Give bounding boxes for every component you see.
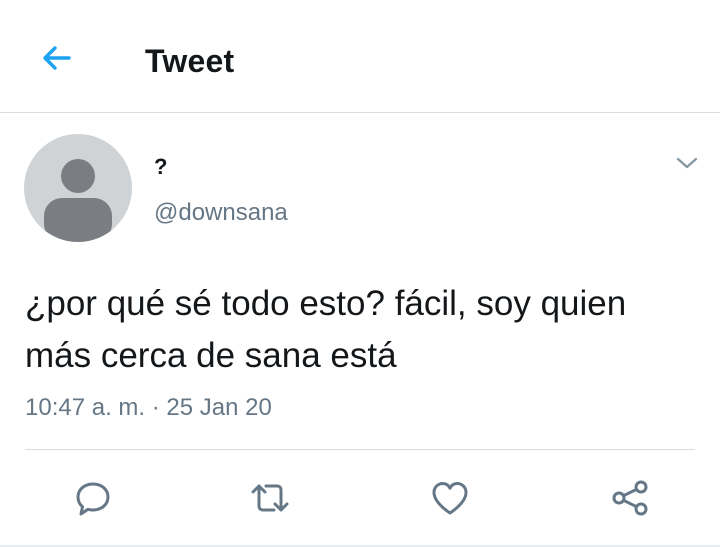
retweet-button[interactable] (246, 474, 294, 522)
user-handle[interactable]: @downsana (154, 198, 288, 228)
share-icon (612, 480, 648, 516)
like-button[interactable] (426, 474, 474, 522)
display-name[interactable]: ? (154, 154, 167, 180)
reply-button[interactable] (69, 474, 117, 522)
retweet-icon (251, 484, 289, 512)
avatar[interactable] (24, 134, 132, 242)
top-bar: Tweet (0, 0, 720, 113)
heart-icon (432, 482, 468, 515)
arrow-left-icon (43, 46, 71, 70)
tweet-text: ¿por qué sé todo esto? fácil, soy quien … (25, 284, 627, 375)
chevron-down-icon (676, 157, 698, 169)
tweet-menu-button[interactable] (670, 148, 704, 178)
divider (25, 449, 695, 450)
share-button[interactable] (606, 474, 654, 522)
default-profile-icon (44, 159, 112, 242)
tweet-timestamp[interactable]: 10:47 a. m. · 25 Jan 20 (25, 392, 272, 424)
back-button[interactable] (34, 36, 78, 80)
page-title: Tweet (145, 43, 235, 79)
reply-icon (76, 482, 110, 516)
